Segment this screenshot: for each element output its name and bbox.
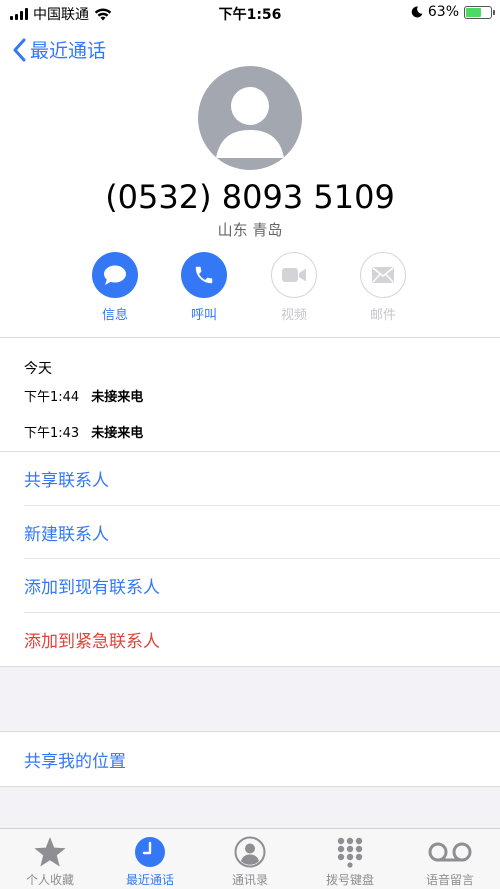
back-button[interactable]: 最近通话 [12, 36, 106, 63]
mail-action-label: 邮件 [369, 308, 396, 323]
call-time: 下午1:44 [24, 390, 80, 405]
tab-label: 拨号键盘 [325, 873, 374, 887]
call-action-button[interactable]: 呼叫 [169, 252, 239, 323]
tab-label: 通讯录 [231, 873, 268, 887]
action-row: 信息 呼叫 视频 邮件 [0, 252, 500, 323]
chevron-left-icon [13, 38, 26, 61]
tab-keypad[interactable]: 拨号键盘 [300, 829, 400, 889]
message-action-label: 信息 [101, 308, 128, 323]
tab-voicemail[interactable]: 语音留言 [400, 829, 500, 889]
message-action-circle [92, 252, 138, 298]
call-time: 下午1:43 [24, 426, 80, 441]
battery-icon [464, 5, 495, 19]
call-row: 下午1:44 未接来电 [24, 386, 143, 405]
phone-location: 山东 青岛 [217, 221, 283, 239]
message-action-button[interactable]: 信息 [80, 252, 150, 323]
section-gap [0, 666, 500, 732]
header-divider [0, 337, 500, 338]
battery-fill [466, 7, 482, 17]
keypad-icon [337, 837, 363, 868]
person-silhouette-icon [216, 87, 284, 158]
clock-icon [135, 837, 165, 867]
tab-recents[interactable]: 最近通话 [100, 829, 200, 889]
call-row: 下午1:43 未接来电 [24, 422, 143, 441]
new-contact-button[interactable]: 新建联系人 [0, 506, 500, 559]
avatar [198, 66, 302, 170]
phone-icon [195, 266, 213, 284]
mail-action-circle [360, 252, 406, 298]
tab-favorites[interactable]: 个人收藏 [0, 829, 100, 889]
tab-label: 个人收藏 [25, 873, 74, 887]
video-action-label: 视频 [280, 308, 307, 323]
contacts-icon [234, 836, 266, 868]
status-right: 63% [411, 4, 495, 20]
mail-icon [372, 267, 394, 283]
video-icon [282, 268, 306, 282]
call-action-circle [181, 252, 227, 298]
star-icon [34, 837, 66, 867]
moon-icon [411, 6, 423, 18]
status-bar: 中国联通 下午1:56 63% [0, 0, 500, 26]
mail-action-button[interactable]: 邮件 [348, 252, 418, 323]
tab-bar: 个人收藏 最近通话 通讯录 拨号键盘 语音留言 [0, 828, 500, 889]
recents-date-header: 今天 [24, 361, 52, 377]
video-action-circle [271, 252, 317, 298]
tab-label: 最近通话 [125, 873, 174, 887]
battery-percent: 63% [427, 4, 459, 20]
add-to-emergency-contact-button[interactable]: 添加到紧急联系人 [0, 613, 500, 666]
voicemail-icon [428, 842, 472, 862]
call-action-label: 呼叫 [190, 308, 217, 323]
tab-label: 语音留言 [425, 873, 474, 887]
video-action-button[interactable]: 视频 [259, 252, 329, 323]
tab-contacts[interactable]: 通讯录 [200, 829, 300, 889]
phone-number: (0532) 8093 5109 [105, 178, 395, 216]
bottom-gap [0, 786, 500, 828]
call-type: 未接来电 [91, 426, 144, 441]
add-to-existing-contact-button[interactable]: 添加到现有联系人 [0, 559, 500, 612]
message-icon [104, 265, 126, 285]
share-contact-button[interactable]: 共享联系人 [0, 452, 500, 505]
share-my-location-button[interactable]: 共享我的位置 [0, 733, 500, 786]
call-type: 未接来电 [91, 390, 144, 405]
back-label: 最近通话 [30, 40, 107, 62]
